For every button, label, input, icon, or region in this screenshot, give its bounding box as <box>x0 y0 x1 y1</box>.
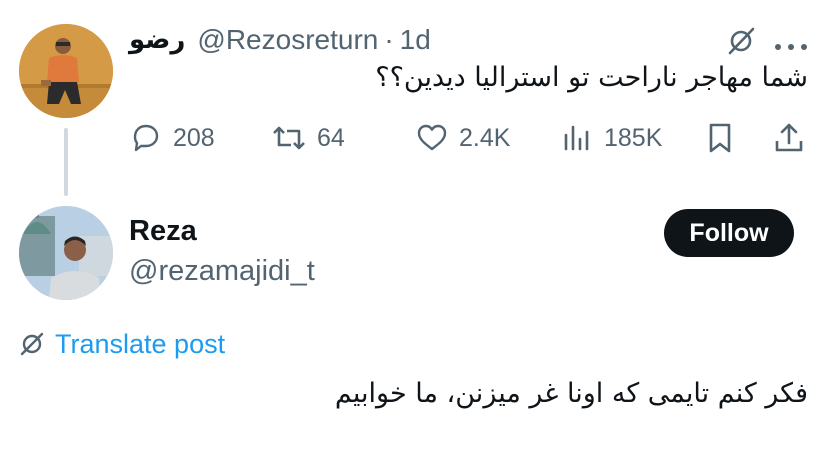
handle[interactable]: @rezamajidi_t <box>129 255 315 288</box>
bookmark-button[interactable] <box>705 118 735 158</box>
avatar-image <box>19 24 113 118</box>
display-name[interactable]: Reza <box>129 215 197 248</box>
reply-count: 208 <box>173 123 215 152</box>
avatar-rezosreturn[interactable] <box>19 24 113 118</box>
bookmark-icon <box>709 123 731 153</box>
views-icon <box>564 125 589 151</box>
display-name[interactable]: رضو <box>129 25 185 55</box>
thread-line <box>64 128 68 196</box>
handle[interactable]: @Rezosreturn <box>197 24 378 56</box>
separator-dot: · <box>384 24 394 55</box>
like-count: 2.4K <box>459 123 511 152</box>
reply-button[interactable]: 208 <box>129 118 215 158</box>
post-text: فکر کنم تایمی که اونا غر میزنن، ما خوابی… <box>334 378 808 409</box>
reply-icon <box>133 124 159 152</box>
views-button[interactable]: 185K <box>560 118 662 158</box>
repost-count: 64 <box>317 123 345 152</box>
share-icon <box>775 123 803 152</box>
avatar-image <box>19 206 113 300</box>
like-button[interactable]: 2.4K <box>415 118 510 158</box>
more-icon[interactable] <box>774 38 808 50</box>
heart-icon <box>417 124 447 151</box>
post-header: رضو @Rezosreturn · 1d <box>129 22 431 58</box>
translate-label: Translate post <box>55 328 226 359</box>
avatar-rezamajidi[interactable] <box>19 206 113 300</box>
repost-button[interactable]: 64 <box>271 118 345 158</box>
grok-icon <box>20 332 44 356</box>
views-count: 185K <box>604 123 663 152</box>
action-bar: 208 64 2.4K 185K <box>129 118 819 158</box>
post-time[interactable]: 1d <box>400 24 431 56</box>
grok-icon[interactable] <box>726 26 756 56</box>
post-text: شما مهاجر ناراحت تو استرالیا دیدین؟؟ <box>375 62 808 93</box>
share-button[interactable] <box>773 118 805 158</box>
translate-post-link[interactable]: Translate post <box>19 326 225 362</box>
follow-button[interactable]: Follow <box>664 209 794 257</box>
repost-icon <box>273 126 305 150</box>
